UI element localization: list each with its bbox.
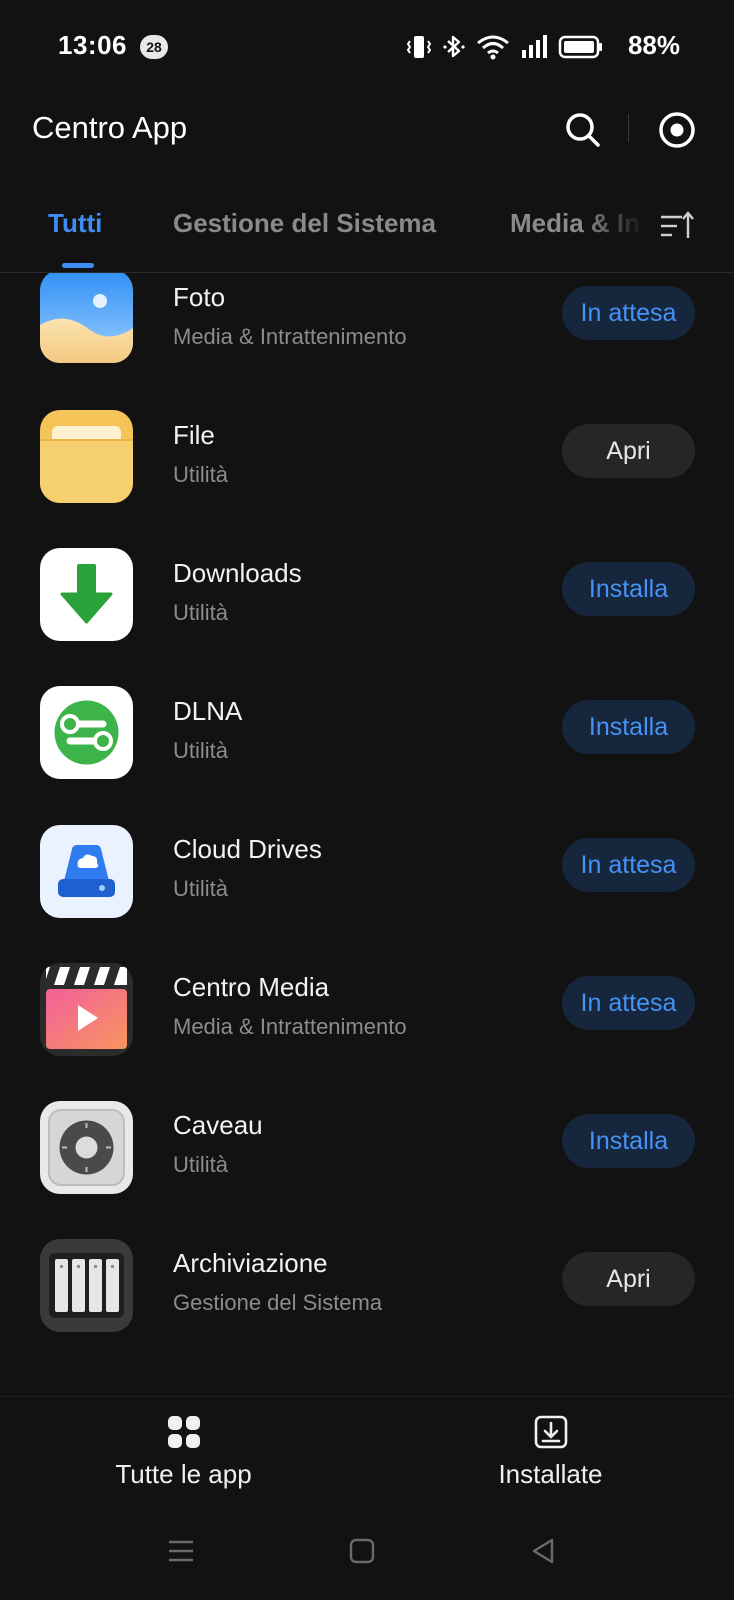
list-item[interactable]: Archiviazione Gestione del Sistema Apri [0, 1239, 734, 1380]
status-time: 13:06 [58, 30, 127, 60]
dlna-icon [40, 686, 133, 779]
app-name: Centro Media [173, 972, 330, 1002]
menu-icon[interactable] [164, 1534, 198, 1568]
app-category: Utilità [173, 876, 229, 901]
nav-label: Tutte le app [115, 1459, 252, 1489]
tab-tutti[interactable]: Tutti [48, 208, 102, 239]
app-header: Centro App [0, 96, 734, 186]
app-category: Utilità [173, 462, 229, 487]
header-divider [628, 114, 629, 142]
status-icons [406, 32, 604, 62]
install-button[interactable]: Installa [562, 700, 695, 754]
photos-icon [40, 273, 133, 363]
signal-icon [522, 35, 547, 58]
notification-count-badge: 28 [140, 35, 168, 59]
install-button[interactable]: Installa [562, 1114, 695, 1168]
grid-icon [167, 1416, 200, 1448]
bluetooth-icon [443, 35, 465, 58]
pending-button[interactable]: In attesa [562, 838, 695, 892]
tab-gestione-del-sistema[interactable]: Gestione del Sistema [173, 208, 436, 239]
app-name: Cloud Drives [173, 834, 322, 864]
folder-icon [40, 410, 133, 503]
active-tab-indicator [62, 263, 94, 268]
bottom-navigation: Tutte le app Installate [0, 1396, 734, 1507]
list-item[interactable]: File Utilità Apri [0, 410, 734, 552]
battery-icon [558, 35, 602, 59]
settings-icon[interactable] [655, 108, 699, 152]
app-name: Downloads [173, 558, 302, 588]
open-button[interactable]: Apri [562, 1252, 695, 1306]
safe-icon [40, 1101, 133, 1194]
install-button[interactable]: Installa [562, 562, 695, 616]
open-button[interactable]: Apri [562, 424, 695, 478]
vibrate-icon [406, 36, 432, 58]
storage-icon [40, 1239, 133, 1332]
app-name: DLNA [173, 696, 243, 726]
list-item[interactable]: Caveau Utilità Installa [0, 1101, 734, 1242]
app-category: Utilità [173, 1152, 229, 1177]
app-category: Media & Intrattenimento [173, 1014, 407, 1039]
search-icon[interactable] [563, 110, 603, 150]
download-arrow-icon [40, 548, 133, 641]
list-item[interactable]: Foto Media & Intrattenimento In attesa [0, 273, 734, 414]
app-name: Foto [173, 282, 226, 312]
category-tabs: Tutti Gestione del Sistema Media & In [0, 186, 734, 273]
page-title: Centro App [32, 110, 188, 145]
nav-label: Installate [498, 1459, 603, 1489]
app-name: Caveau [173, 1110, 263, 1140]
home-icon[interactable] [345, 1534, 379, 1568]
wifi-icon [477, 35, 509, 60]
app-category: Media & Intrattenimento [173, 324, 407, 349]
pending-button[interactable]: In attesa [562, 976, 695, 1030]
sort-icon[interactable] [658, 208, 694, 244]
status-bar: 13:06 28 88% [0, 0, 734, 96]
app-name: Archiviazione [173, 1248, 328, 1278]
installed-icon [534, 1415, 567, 1449]
list-item[interactable]: Cloud Drives Utilità In attesa [0, 825, 734, 966]
app-category: Utilità [173, 600, 229, 625]
battery-percentage: 88% [627, 30, 680, 60]
back-icon[interactable] [526, 1534, 560, 1568]
app-list: Foto Media & Intrattenimento In attesa F… [0, 273, 734, 1396]
cloud-drive-icon [40, 825, 133, 918]
app-category: Gestione del Sistema [173, 1290, 383, 1315]
pending-button[interactable]: In attesa [562, 286, 695, 340]
list-item[interactable]: DLNA Utilità Installa [0, 686, 734, 828]
app-category: Utilità [173, 738, 229, 763]
list-item[interactable]: Centro Media Media & Intrattenimento In … [0, 963, 734, 1104]
list-item[interactable]: Downloads Utilità Installa [0, 548, 734, 690]
app-name: File [173, 420, 215, 450]
system-navigation-bar [0, 1506, 734, 1600]
nav-all-apps[interactable]: Tutte le app [0, 1397, 367, 1507]
nav-installed[interactable]: Installate [367, 1397, 734, 1507]
clapperboard-icon [40, 963, 133, 1056]
